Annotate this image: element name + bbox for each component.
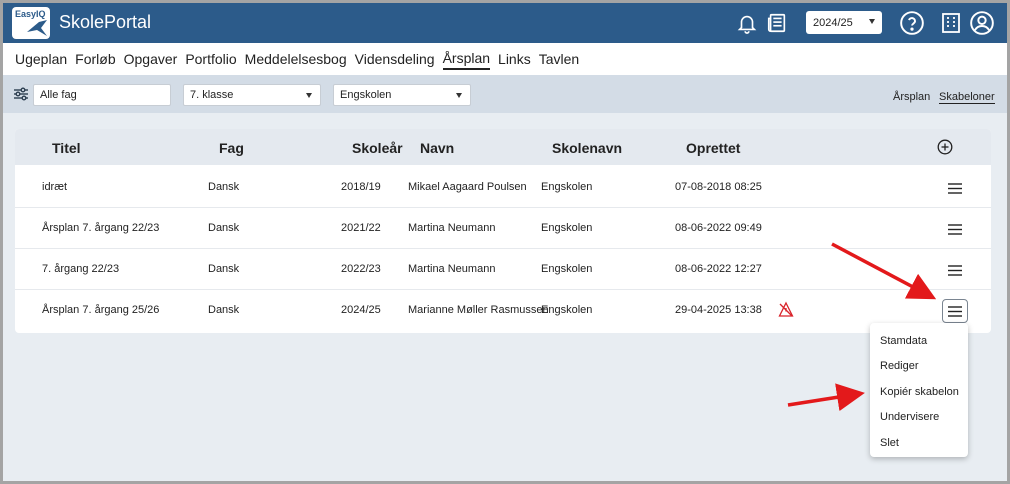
nav-vidensdeling[interactable]: Vidensdeling <box>355 49 435 69</box>
easyiq-logo[interactable]: EasyIQ <box>12 7 50 39</box>
cell-fag: Dansk <box>208 222 240 234</box>
col-header-titel[interactable]: Titel <box>52 140 81 156</box>
logo-text: EasyIQ <box>15 9 46 19</box>
cell-skolear: 2022/23 <box>341 263 381 275</box>
cell-navn: Mikael Aagaard Poulsen <box>408 181 527 193</box>
cell-oprettet: 08-06-2022 12:27 <box>675 263 762 275</box>
filter-bar: Alle fag 7. klasse Engskolen Årsplan Ska… <box>3 75 1007 113</box>
cell-skolenavn: Engskolen <box>541 304 593 316</box>
hamburger-menu-icon <box>948 223 962 235</box>
subject-filter-input[interactable]: Alle fag <box>33 84 171 106</box>
cell-navn: Martina Neumann <box>408 222 496 234</box>
school-building-icon[interactable] <box>937 9 965 37</box>
row-menu-button-open[interactable] <box>942 299 968 323</box>
cell-titel: idræt <box>42 181 68 193</box>
top-header: EasyIQ SkolePortal 2024/25 <box>3 3 1007 43</box>
nav-opgaver[interactable]: Opgaver <box>124 49 178 69</box>
school-year-value: 2024/25 <box>813 16 853 29</box>
school-filter-value: Engskolen <box>340 89 392 101</box>
table-row[interactable]: idræt Dansk 2018/19 Mikael Aagaard Pouls… <box>15 167 991 208</box>
cell-skolear: 2021/22 <box>341 222 381 234</box>
row-menu-button[interactable] <box>942 258 968 282</box>
hamburger-menu-icon <box>948 182 962 194</box>
school-year-select[interactable]: 2024/25 <box>806 11 882 34</box>
menu-item-kopier-skabelon[interactable]: Kopiér skabelon <box>880 386 959 398</box>
chevron-down-icon <box>456 93 462 98</box>
view-link-aarsplan[interactable]: Årsplan <box>893 91 930 103</box>
news-icon[interactable] <box>763 9 791 37</box>
table-row[interactable]: Årsplan 7. årgang 22/23 Dansk 2021/22 Ma… <box>15 208 991 249</box>
help-icon[interactable] <box>898 9 926 37</box>
cell-skolear: 2018/19 <box>341 181 381 193</box>
hamburger-menu-icon <box>948 264 962 276</box>
school-filter-select[interactable]: Engskolen <box>333 84 471 106</box>
table-row[interactable]: 7. årgang 22/23 Dansk 2022/23 Martina Ne… <box>15 249 991 290</box>
row-menu-button[interactable] <box>942 176 968 200</box>
menu-item-stamdata[interactable]: Stamdata <box>880 335 927 347</box>
menu-item-slet[interactable]: Slet <box>880 437 899 449</box>
class-filter-select[interactable]: 7. klasse <box>183 84 321 106</box>
filter-sliders-icon[interactable] <box>13 86 29 102</box>
col-header-navn[interactable]: Navn <box>420 140 454 156</box>
cell-navn: Martina Neumann <box>408 263 496 275</box>
col-header-fag[interactable]: Fag <box>219 140 244 156</box>
cell-titel: 7. årgang 22/23 <box>42 263 120 275</box>
bell-icon[interactable] <box>733 9 761 37</box>
cell-oprettet: 08-06-2022 09:49 <box>675 222 762 234</box>
subject-filter-value: Alle fag <box>40 89 77 101</box>
chevron-down-icon <box>869 19 875 24</box>
app-frame: EasyIQ SkolePortal 2024/25 Ugeplan Forlø… <box>0 0 1010 484</box>
logo-mark-icon <box>27 20 47 36</box>
cell-skolenavn: Engskolen <box>541 222 593 234</box>
view-link-skabeloner[interactable]: Skabeloner <box>939 91 995 104</box>
menu-item-rediger[interactable]: Rediger <box>880 360 919 372</box>
hamburger-menu-icon <box>948 305 962 317</box>
class-filter-value: 7. klasse <box>190 89 234 101</box>
user-account-icon[interactable] <box>968 9 996 37</box>
add-circle-icon[interactable] <box>937 139 953 155</box>
cell-fag: Dansk <box>208 263 240 275</box>
nav-tavlen[interactable]: Tavlen <box>539 49 579 69</box>
templates-table: Titel Fag Skoleår Navn Skolenavn Oprette… <box>15 129 991 333</box>
table-header: Titel Fag Skoleår Navn Skolenavn Oprette… <box>15 129 991 165</box>
main-nav: Ugeplan Forløb Opgaver Portfolio Meddele… <box>3 43 1007 75</box>
table-row[interactable]: Årsplan 7. årgang 25/26 Dansk 2024/25 Ma… <box>15 290 991 331</box>
col-header-skolear[interactable]: Skoleår <box>352 140 403 156</box>
cell-fag: Dansk <box>208 304 240 316</box>
cell-skolenavn: Engskolen <box>541 263 593 275</box>
nav-aarsplan[interactable]: Årsplan <box>442 48 491 70</box>
cell-skolenavn: Engskolen <box>541 181 593 193</box>
nav-ugeplan[interactable]: Ugeplan <box>15 49 67 69</box>
col-header-oprettet[interactable]: Oprettet <box>686 140 740 156</box>
menu-item-undervisere[interactable]: Undervisere <box>880 411 939 423</box>
nav-meddelelsesbog[interactable]: Meddelelsesbog <box>245 49 347 69</box>
col-header-skolenavn[interactable]: Skolenavn <box>552 140 622 156</box>
cell-oprettet: 07-08-2018 08:25 <box>675 181 762 193</box>
cell-fag: Dansk <box>208 181 240 193</box>
cell-navn: Marianne Møller Rasmussen <box>408 304 549 316</box>
cell-titel: Årsplan 7. årgang 22/23 <box>42 222 160 234</box>
row-menu-button[interactable] <box>942 217 968 241</box>
app-title: SkolePortal <box>59 12 152 32</box>
chevron-down-icon <box>306 93 312 98</box>
cell-oprettet: 29-04-2025 13:38 <box>675 304 762 316</box>
nav-portfolio[interactable]: Portfolio <box>185 49 236 69</box>
cell-titel: Årsplan 7. årgang 25/26 <box>42 304 160 316</box>
row-action-menu: Stamdata Rediger Kopiér skabelon Undervi… <box>870 323 968 457</box>
nav-links[interactable]: Links <box>498 49 531 69</box>
cell-skolear: 2024/25 <box>341 304 381 316</box>
unpublished-warning-icon <box>778 301 794 317</box>
nav-forloeb[interactable]: Forløb <box>75 49 115 69</box>
